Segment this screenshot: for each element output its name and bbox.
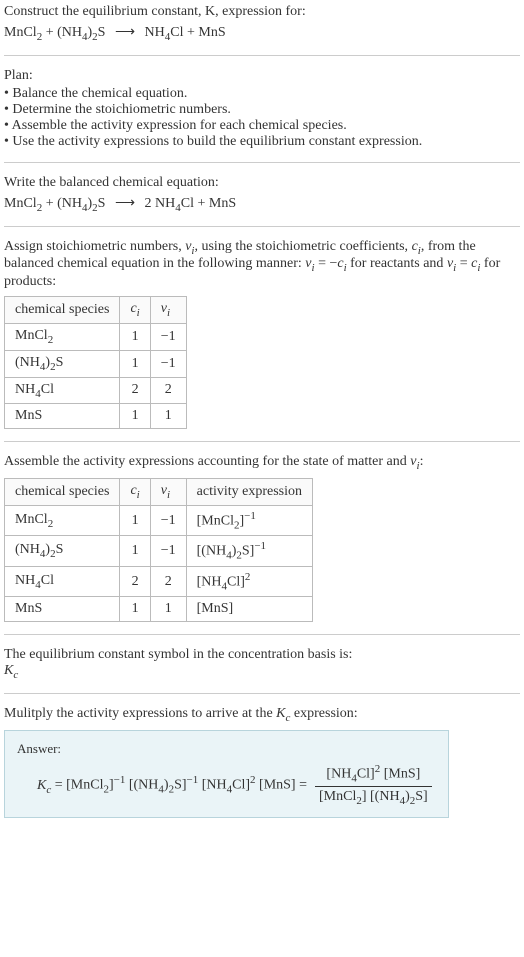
col-nui: νi <box>150 297 186 324</box>
col-activity: activity expression <box>186 479 312 506</box>
ci-cell: 2 <box>120 566 150 596</box>
col-ci: ci <box>120 297 150 324</box>
plan-list: Balance the chemical equation. Determine… <box>4 86 520 150</box>
plan-item: Determine the stoichiometric numbers. <box>4 102 520 118</box>
nui-cell: 1 <box>150 404 186 429</box>
nui-cell: 2 <box>150 377 186 404</box>
species-cell: (NH4)2S <box>5 536 120 566</box>
species-cell: (NH4)2S <box>5 350 120 377</box>
plan-item: Balance the chemical equation. <box>4 86 520 102</box>
species-cell: NH4Cl <box>5 566 120 596</box>
symbol-section: The equilibrium constant symbol in the c… <box>4 647 520 681</box>
ci-cell: 1 <box>120 505 150 535</box>
kc-numerator: [NH4Cl]2 [MnS] <box>315 763 432 787</box>
activity-cell: [(NH4)2S]−1 <box>186 536 312 566</box>
species-cell: MnS <box>5 597 120 622</box>
multiply-text: Mulitply the activity expressions to arr… <box>4 706 520 724</box>
table-row: MnCl2 1 −1 [MnCl2]−1 <box>5 505 313 535</box>
activity-table: chemical species ci νi activity expressi… <box>4 478 313 622</box>
kc-symbol: Kc <box>4 663 520 681</box>
table-row: MnS 1 1 <box>5 404 187 429</box>
ci-cell: 1 <box>120 323 150 350</box>
col-nui: νi <box>150 479 186 506</box>
multiply-section: Mulitply the activity expressions to arr… <box>4 706 520 818</box>
nui-cell: −1 <box>150 505 186 535</box>
ci-cell: 1 <box>120 536 150 566</box>
table-row: (NH4)2S 1 −1 <box>5 350 187 377</box>
assemble-section: Assemble the activity expressions accoun… <box>4 454 520 622</box>
species-cell: NH4Cl <box>5 377 120 404</box>
species-cell: MnCl2 <box>5 505 120 535</box>
species-cell: MnS <box>5 404 120 429</box>
activity-cell: [MnS] <box>186 597 312 622</box>
table-row: (NH4)2S 1 −1 [(NH4)2S]−1 <box>5 536 313 566</box>
header-section: Construct the equilibrium constant, K, e… <box>4 4 520 43</box>
assemble-text: Assemble the activity expressions accoun… <box>4 454 520 472</box>
symbol-text: The equilibrium constant symbol in the c… <box>4 647 520 663</box>
ci-cell: 1 <box>120 350 150 377</box>
col-ci: ci <box>120 479 150 506</box>
divider <box>4 55 520 56</box>
kc-lhs: Kc = [MnCl2]−1 [(NH4)2S]−1 [NH4Cl]2 [MnS… <box>37 774 307 795</box>
balanced-equation: MnCl2 + (NH4)2S ⟶ 2 NH4Cl + MnS <box>4 195 520 214</box>
activity-cell: [NH4Cl]2 <box>186 566 312 596</box>
nui-cell: −1 <box>150 350 186 377</box>
balanced-section: Write the balanced chemical equation: Mn… <box>4 175 520 214</box>
nui-cell: 2 <box>150 566 186 596</box>
plan-section: Plan: Balance the chemical equation. Det… <box>4 68 520 150</box>
prompt-line1: Construct the equilibrium constant, K, e… <box>4 4 306 19</box>
table-header-row: chemical species ci νi activity expressi… <box>5 479 313 506</box>
prompt-text: Construct the equilibrium constant, K, e… <box>4 4 520 20</box>
divider <box>4 634 520 635</box>
plan-item: Use the activity expressions to build th… <box>4 134 520 150</box>
stoich-table-1: chemical species ci νi MnCl2 1 −1 (NH4)2… <box>4 296 187 429</box>
table-header-row: chemical species ci νi <box>5 297 187 324</box>
col-species: chemical species <box>5 479 120 506</box>
nui-cell: −1 <box>150 536 186 566</box>
nui-cell: 1 <box>150 597 186 622</box>
assign-text: Assign stoichiometric numbers, νi, using… <box>4 239 520 291</box>
ci-cell: 2 <box>120 377 150 404</box>
table-row: NH4Cl 2 2 <box>5 377 187 404</box>
table-row: NH4Cl 2 2 [NH4Cl]2 <box>5 566 313 596</box>
assign-section: Assign stoichiometric numbers, νi, using… <box>4 239 520 430</box>
kc-denominator: [MnCl2] [(NH4)2S] <box>315 787 432 807</box>
nui-cell: −1 <box>150 323 186 350</box>
plan-title: Plan: <box>4 68 520 84</box>
ci-cell: 1 <box>120 597 150 622</box>
divider <box>4 162 520 163</box>
divider <box>4 693 520 694</box>
table-row: MnS 1 1 [MnS] <box>5 597 313 622</box>
species-cell: MnCl2 <box>5 323 120 350</box>
divider <box>4 226 520 227</box>
unbalanced-equation: MnCl2 + (NH4)2S ⟶ NH4Cl + MnS <box>4 24 520 43</box>
balanced-prompt: Write the balanced chemical equation: <box>4 175 520 191</box>
col-species: chemical species <box>5 297 120 324</box>
table-row: MnCl2 1 −1 <box>5 323 187 350</box>
divider <box>4 441 520 442</box>
kc-fraction: [NH4Cl]2 [MnS] [MnCl2] [(NH4)2S] <box>315 763 432 807</box>
activity-cell: [MnCl2]−1 <box>186 505 312 535</box>
answer-label: Answer: <box>17 741 436 757</box>
kc-expression: Kc = [MnCl2]−1 [(NH4)2S]−1 [NH4Cl]2 [MnS… <box>17 763 436 807</box>
answer-box: Answer: Kc = [MnCl2]−1 [(NH4)2S]−1 [NH4C… <box>4 730 449 818</box>
ci-cell: 1 <box>120 404 150 429</box>
plan-item: Assemble the activity expression for eac… <box>4 118 520 134</box>
